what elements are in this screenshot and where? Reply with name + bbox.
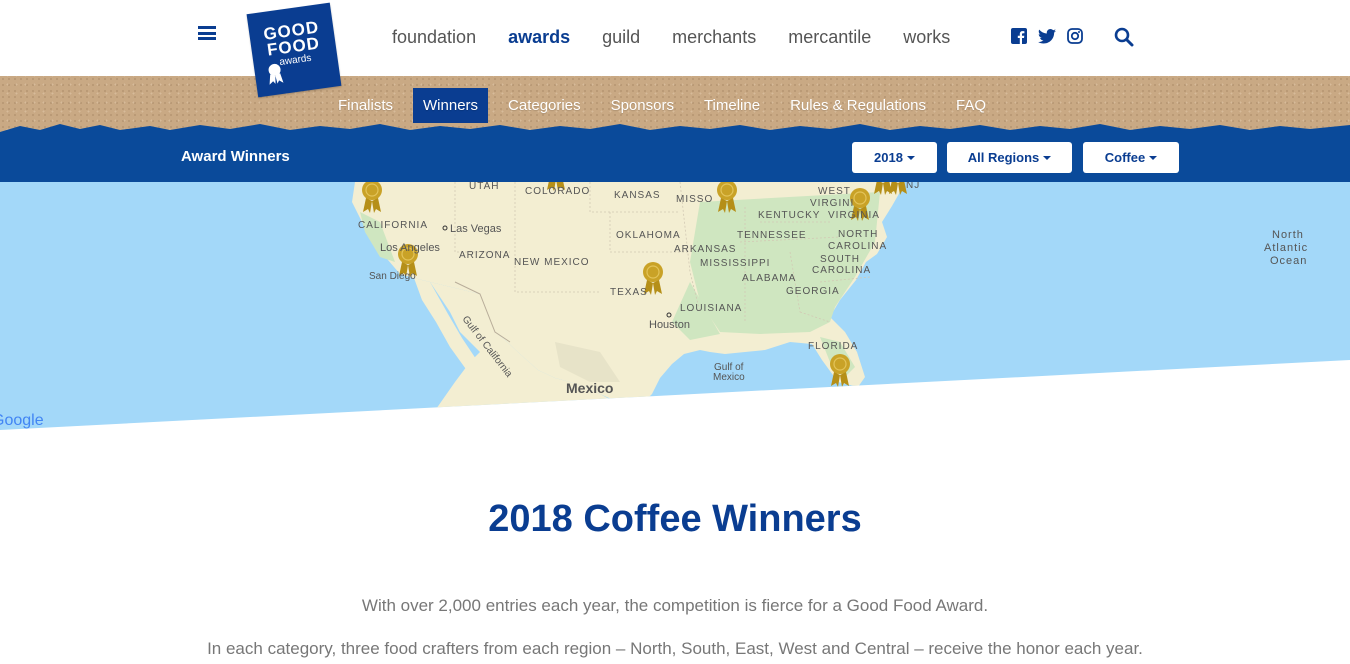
region-dropdown-value: All Regions [967, 150, 1040, 165]
chevron-down-icon [906, 155, 915, 160]
map-label: San Diego [369, 271, 416, 282]
map-label: SOUTH [820, 254, 860, 265]
nav-foundation[interactable]: foundation [392, 27, 476, 48]
map-label: Ocean [1270, 255, 1307, 267]
intro-paragraph: With over 2,000 entries each year, the c… [361, 596, 989, 615]
map-label: NJ [906, 182, 920, 191]
ribbon-icon [268, 63, 284, 85]
award-winners-bar: Award Winners 2018 All Regions Coffee [0, 132, 1350, 182]
map-label: Atlantic [1264, 242, 1308, 254]
map-label: North [1272, 229, 1304, 241]
nav-awards[interactable]: awards [508, 27, 570, 48]
map-label: NEW MEXICO [514, 257, 590, 268]
map-label: VIRGINIA [828, 210, 880, 221]
map-label: ARKANSAS [674, 244, 736, 255]
map-label: CALIFORNIA [358, 220, 428, 231]
map-label: GEORGIA [786, 286, 840, 297]
year-dropdown[interactable]: 2018 [852, 142, 937, 173]
chevron-down-icon [1149, 155, 1158, 160]
map-label: TENNESSEE [737, 230, 807, 241]
map-label: FLORIDA [808, 341, 858, 352]
map-label: NORTH [838, 229, 878, 240]
google-logo[interactable]: Google [0, 412, 44, 429]
map-label: LOUISIANA [680, 303, 742, 314]
chevron-down-icon [1043, 155, 1052, 160]
map-label: TEXAS [610, 287, 648, 298]
nav-works[interactable]: works [903, 27, 950, 48]
category-dropdown[interactable]: Coffee [1083, 142, 1179, 173]
social-links [1010, 27, 1094, 45]
map-label: COLORADO [525, 186, 590, 197]
instagram-icon[interactable] [1066, 27, 1084, 45]
hamburger-menu-icon[interactable] [198, 26, 216, 40]
map-label: MISSISSIPPI [700, 258, 770, 269]
nav-mercantile[interactable]: mercantile [788, 27, 871, 48]
map-label: KENTUCKY [758, 210, 820, 221]
winners-map[interactable]: UTAH COLORADO KANSAS MISSO WEST VIRGINI … [0, 182, 1350, 432]
page-heading: 2018 Coffee Winners [488, 498, 862, 540]
map-label: CAROLINA [828, 241, 887, 252]
nav-guild[interactable]: guild [602, 27, 640, 48]
map-label: UTAH [469, 182, 499, 192]
map-label: KANSAS [614, 190, 661, 201]
good-food-awards-logo[interactable]: GOOD FOOD awards [246, 2, 342, 98]
map-label: Los Angeles [380, 242, 440, 254]
year-dropdown-value: 2018 [874, 150, 903, 165]
main-navigation: foundation awards guild merchants mercan… [392, 27, 982, 48]
search-icon[interactable] [1114, 27, 1134, 47]
map-label: WEST [818, 186, 851, 197]
award-winners-title: Award Winners [181, 148, 290, 165]
top-navigation-bar: GOOD FOOD awards foundation awards guild… [0, 0, 1350, 98]
region-dropdown[interactable]: All Regions [947, 142, 1072, 173]
map-label: CAROLINA [812, 265, 871, 276]
twitter-icon[interactable] [1038, 27, 1056, 45]
map-label: ARIZONA [459, 250, 510, 261]
facebook-icon[interactable] [1010, 27, 1028, 45]
map-label: Mexico [566, 380, 613, 396]
map-label: Las Vegas [450, 223, 502, 235]
map-label: Houston [649, 319, 690, 331]
map-label: OKLAHOMA [616, 230, 681, 241]
map-label: ALABAMA [742, 273, 796, 284]
regions-paragraph: In each category, three food crafters fr… [207, 639, 1143, 658]
category-dropdown-value: Coffee [1104, 150, 1146, 165]
map-label: Mexico [713, 372, 745, 383]
map-label: MISSO [676, 194, 713, 205]
nav-merchants[interactable]: merchants [672, 27, 756, 48]
map-label: VIRGINI [810, 198, 854, 209]
